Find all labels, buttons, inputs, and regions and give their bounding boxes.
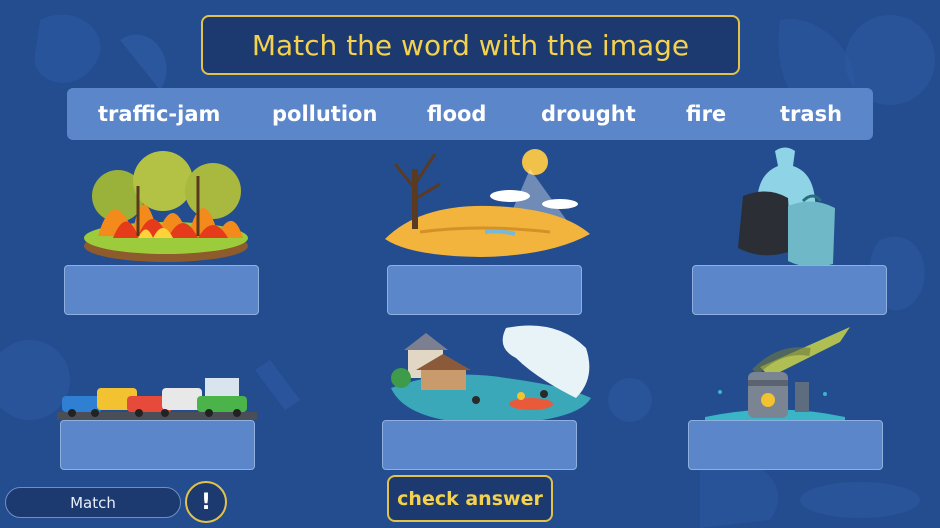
info-button[interactable]: ! <box>185 481 227 523</box>
match-mode-button[interactable]: Match <box>5 487 181 518</box>
pollution-image <box>705 327 850 422</box>
exclamation-icon: ! <box>200 489 212 515</box>
answer-slot-3[interactable] <box>692 265 887 315</box>
word-tile-fire[interactable]: fire <box>686 88 726 140</box>
word-tile-drought[interactable]: drought <box>541 88 636 140</box>
page-title: Match the word with the image <box>251 28 690 62</box>
word-tile-flood[interactable]: flood <box>427 88 486 140</box>
answer-slot-1[interactable] <box>64 265 259 315</box>
trash-bags-image <box>738 147 835 267</box>
answer-slot-6[interactable] <box>688 420 883 470</box>
check-answer-button[interactable]: check answer <box>387 475 553 522</box>
answer-slot-2[interactable] <box>387 265 582 315</box>
traffic-jam-image <box>57 378 257 420</box>
wildfire-image <box>84 151 248 262</box>
word-tile-pollution[interactable]: pollution <box>272 88 377 140</box>
word-tile-trash[interactable]: trash <box>780 88 842 140</box>
drought-image <box>385 149 590 257</box>
word-bank: traffic-jam pollution flood drought fire… <box>67 88 873 140</box>
check-answer-label: check answer <box>397 487 543 510</box>
answer-slot-4[interactable] <box>60 420 255 470</box>
title-banner: Match the word with the image <box>201 15 740 75</box>
word-tile-traffic-jam[interactable]: traffic-jam <box>98 88 220 140</box>
match-mode-label: Match <box>70 493 116 512</box>
flood-image <box>391 325 591 424</box>
answer-slot-5[interactable] <box>382 420 577 470</box>
